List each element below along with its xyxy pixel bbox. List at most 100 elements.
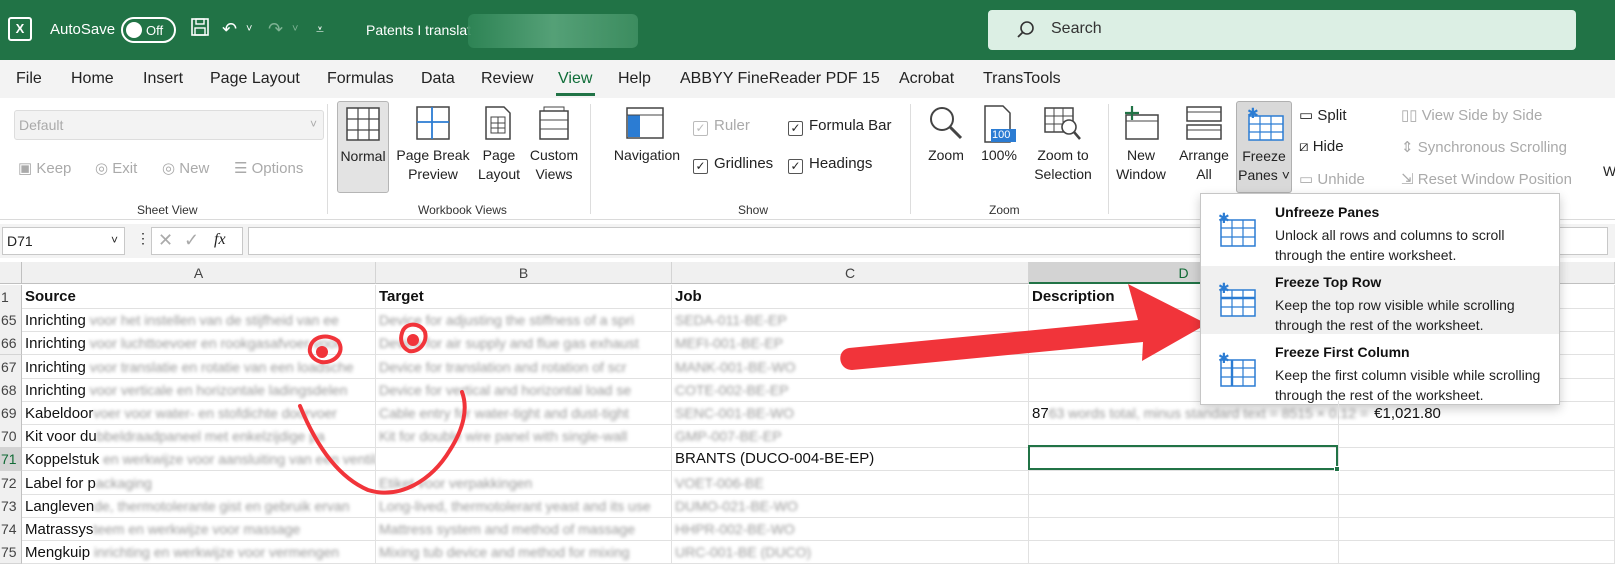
formula-bar-checkbox[interactable]: ✓ Formula Bar <box>788 117 892 136</box>
row-number[interactable]: 65 <box>0 308 22 332</box>
cell-empty[interactable] <box>1339 424 1615 448</box>
cell-target[interactable]: Device for translation and rotation of s… <box>376 355 672 379</box>
header-cell-b[interactable]: Target <box>376 285 672 309</box>
save-icon[interactable] <box>190 17 210 43</box>
row-number[interactable]: 75 <box>0 540 22 564</box>
cell-target[interactable]: Device for air supply and flue gas exhau… <box>376 331 672 355</box>
cell-source[interactable]: Inrichting voor luchttoevoer en rookgasa… <box>22 331 376 355</box>
cell-source[interactable]: Matrassysteem en werkwijze voor massage <box>22 517 376 541</box>
cell-job[interactable]: BRANTS (DUCO-004-BE-EP) <box>672 447 1029 471</box>
cell-job[interactable]: COTE-002-BE-EP <box>672 378 1029 402</box>
row-number[interactable]: 71 <box>0 447 22 471</box>
sheet-view-dropdown[interactable]: Default ˅ <box>14 110 324 140</box>
row-number[interactable]: 67 <box>0 355 22 379</box>
row-number[interactable]: 73 <box>0 494 22 518</box>
cell-target[interactable]: Mixing tub device and method for mixing <box>376 540 672 564</box>
exit-button[interactable]: ◎ Exit <box>95 159 137 177</box>
cell-target[interactable]: Kit for double wire panel with single-wa… <box>376 424 672 448</box>
cell-description[interactable] <box>1029 494 1339 518</box>
row-number[interactable]: 66 <box>0 331 22 355</box>
undo-dropdown-icon[interactable]: ˅ <box>246 17 252 41</box>
cell-target[interactable]: Device for vertical and horizontal load … <box>376 378 672 402</box>
cell-target[interactable]: Mattress system and method of massage <box>376 517 672 541</box>
cancel-icon[interactable]: ✕ <box>158 230 173 251</box>
row-number[interactable]: 70 <box>0 424 22 448</box>
hide-button[interactable]: ⧄ Hide <box>1299 138 1344 155</box>
tab-transtools[interactable]: TransTools <box>983 70 1061 88</box>
cell-source[interactable]: Kit voor dubbeldraadpaneel met enkelzijd… <box>22 424 376 448</box>
cell-target[interactable]: Etiket voor verpakkingen <box>376 471 672 495</box>
cell-job[interactable]: MEFI-001-BE-EP <box>672 331 1029 355</box>
cell-description[interactable] <box>1029 517 1339 541</box>
custom-views-button[interactable]: Custom Views <box>526 101 582 193</box>
search-box[interactable]: Search <box>988 10 1576 50</box>
arrange-all-button[interactable]: Arrange All <box>1175 101 1233 193</box>
new-window-button[interactable]: New Window <box>1112 101 1170 193</box>
gridlines-checkbox[interactable]: ✓ Gridlines <box>693 155 773 174</box>
column-header-b[interactable]: B <box>376 262 672 284</box>
tab-page-layout[interactable]: Page Layout <box>210 70 300 88</box>
cell-job[interactable]: MANK-001-BE-WO <box>672 355 1029 379</box>
name-box[interactable]: D71 ˅ <box>2 227 125 255</box>
cell-source[interactable]: Inrichting voor het instellen van de sti… <box>22 308 376 332</box>
select-all-corner[interactable] <box>0 262 22 284</box>
more-options-icon[interactable]: ⋮ <box>136 230 150 247</box>
row-number[interactable]: 68 <box>0 378 22 402</box>
row-number[interactable]: 1 <box>0 285 22 309</box>
cell-target[interactable]: Device for adjusting the stiffness of a … <box>376 308 672 332</box>
redo-icon[interactable]: ↷ <box>268 17 283 41</box>
page-layout-button[interactable]: Page Layout <box>476 101 522 193</box>
zoom-100-button[interactable]: 100 100% <box>976 101 1022 193</box>
cell-source[interactable]: Koppelstuk en werkwijze voor aansluiting… <box>22 447 376 471</box>
zoom-to-selection-button[interactable]: Zoom to Selection <box>1026 101 1100 193</box>
cell-target[interactable]: Long-lived, thermotolerant yeast and its… <box>376 494 672 518</box>
undo-icon[interactable]: ↶ <box>222 17 237 41</box>
cell-source[interactable]: Kabeldoorvoer voor water- en stofdichte … <box>22 401 376 425</box>
normal-view-button[interactable]: Normal <box>337 101 389 193</box>
cell-source[interactable]: Mengkuip inrichting en werkwijze voor ve… <box>22 540 376 564</box>
synchronous-scrolling-button[interactable]: ⇕ Synchronous Scrolling <box>1401 138 1567 156</box>
zoom-button[interactable]: Zoom <box>920 101 972 193</box>
tab-review[interactable]: Review <box>481 70 533 88</box>
redo-dropdown-icon[interactable]: ˅ <box>292 17 298 41</box>
tab-file[interactable]: File <box>16 70 42 88</box>
options-button[interactable]: ☰ Options <box>234 159 303 177</box>
cell-description[interactable] <box>1029 471 1339 495</box>
new-view-button[interactable]: ◎ New <box>162 159 209 177</box>
cell-empty[interactable] <box>1339 517 1615 541</box>
page-break-preview-button[interactable]: Page Break Preview <box>392 101 474 193</box>
keep-button[interactable]: ▣ Keep <box>18 159 71 177</box>
tab-view[interactable]: View <box>558 70 592 88</box>
menu-item-freeze-first-column[interactable]: ✱ Freeze First Column Keep the first col… <box>1201 336 1559 404</box>
row-number[interactable]: 74 <box>0 517 22 541</box>
header-cell-c[interactable]: Job <box>672 285 1029 309</box>
cell-source[interactable]: Inrichting voor translatie en rotatie va… <box>22 355 376 379</box>
navigation-button[interactable]: Navigation <box>602 101 692 193</box>
cell-target[interactable]: Cable entry for water-tight and dust-tig… <box>376 401 672 425</box>
fill-handle[interactable] <box>1334 466 1340 472</box>
cell-source[interactable]: Inrichting voor verticale en horizontale… <box>22 378 376 402</box>
menu-item-freeze-top-row[interactable]: ✱ Freeze Top Row Keep the top row visibl… <box>1201 266 1559 334</box>
tab-acrobat[interactable]: Acrobat <box>899 70 954 88</box>
freeze-panes-button[interactable]: ✱ Freeze Panes ˅ <box>1236 101 1292 193</box>
cell-job[interactable]: DUMO-021-BE-WO <box>672 494 1029 518</box>
tab-formulas[interactable]: Formulas <box>327 70 394 88</box>
cell-job[interactable]: SEDA-011-BE-EP <box>672 308 1029 332</box>
cell-job[interactable]: VOET-006-BE <box>672 471 1029 495</box>
unhide-button[interactable]: ▭ Unhide <box>1299 170 1365 188</box>
split-button[interactable]: ▭ Split <box>1299 106 1347 124</box>
tab-data[interactable]: Data <box>421 70 455 88</box>
autosave-toggle[interactable]: Off <box>121 17 176 43</box>
insert-function-icon[interactable]: fx <box>214 231 226 249</box>
column-header-c[interactable]: C <box>672 262 1029 284</box>
menu-item-unfreeze-panes[interactable]: ✱ Unfreeze Panes Unlock all rows and col… <box>1201 196 1559 264</box>
cell-empty[interactable] <box>1339 494 1615 518</box>
selected-cell-d71[interactable] <box>1028 445 1340 472</box>
ruler-checkbox[interactable]: ✓ Ruler <box>693 117 750 136</box>
enter-icon[interactable]: ✓ <box>184 230 199 251</box>
cell-job[interactable]: URC-001-BE (DUCO) <box>672 540 1029 564</box>
row-number[interactable]: 72 <box>0 471 22 495</box>
cell-source[interactable]: Langlevende, thermotolerante gist en geb… <box>22 494 376 518</box>
cell-job[interactable]: HHPR-002-BE-WO <box>672 517 1029 541</box>
view-side-by-side-button[interactable]: ▯▯ View Side by Side <box>1401 106 1542 124</box>
